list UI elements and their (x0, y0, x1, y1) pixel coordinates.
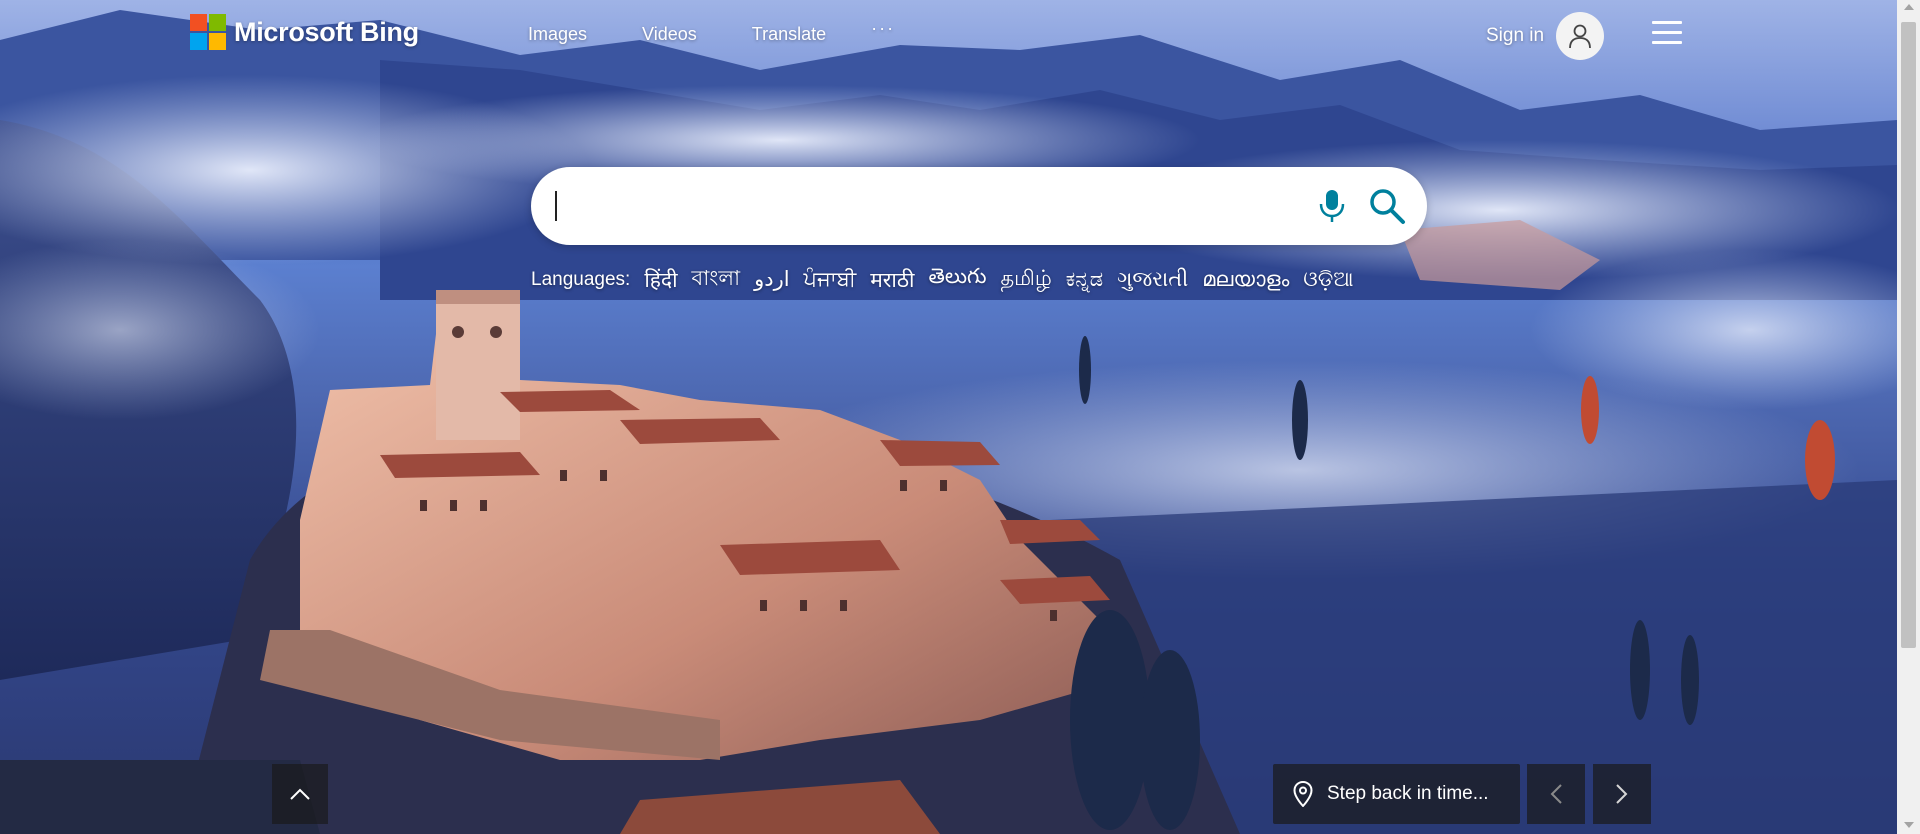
brand-name: Microsoft Bing (234, 16, 419, 47)
more-options-button[interactable]: ··· (871, 18, 895, 39)
chevron-right-glyph (1616, 784, 1628, 804)
search-box (531, 167, 1427, 245)
hamburger-bar-middle (1652, 31, 1682, 34)
sign-in-label: Sign in (1486, 25, 1545, 46)
microphone-icon[interactable] (1311, 185, 1353, 227)
scroll-down-arrow-icon[interactable] (1904, 822, 1914, 828)
user-glyph (1569, 24, 1592, 49)
user-icon[interactable] (1556, 12, 1605, 60)
language-link-tamil[interactable]: தமிழ் (1001, 267, 1052, 293)
page-scrollbar[interactable] (1897, 0, 1920, 834)
scroll-up-arrow-icon[interactable] (1904, 4, 1914, 10)
nav-translate-link[interactable]: Translate (752, 24, 826, 45)
hamburger-icon[interactable] (1652, 21, 1682, 45)
chevron-left-glyph (1550, 784, 1562, 804)
logo-square-green (209, 14, 226, 31)
languages-bar: Languages: हिंदी বাংলা اردو ਪੰਜਾਬੀ मराठी… (531, 262, 1368, 297)
location-pin-glyph (1293, 781, 1313, 807)
logo-square-blue (190, 33, 207, 50)
search-icon[interactable] (1364, 183, 1410, 229)
nav-videos-link[interactable]: Videos (642, 24, 697, 45)
chevron-up-icon[interactable] (272, 764, 328, 824)
language-link-telugu[interactable]: తెలుగు (928, 265, 986, 294)
location-pin-icon (1293, 781, 1313, 807)
top-header: Microsoft Bing Images Videos Translate ·… (0, 0, 1897, 70)
scroll-thumb[interactable] (1901, 22, 1916, 648)
language-link-malayalam[interactable]: മലയാളം (1202, 268, 1289, 292)
language-link-punjabi[interactable]: ਪੰਜਾਬੀ (804, 268, 857, 292)
text-cursor (555, 191, 557, 221)
language-link-kannada[interactable]: ಕನ್ನಡ (1066, 268, 1103, 292)
language-link-bengali[interactable]: বাংলা (692, 262, 741, 297)
chevron-left-icon[interactable] (1527, 764, 1585, 824)
microsoft-logo-icon (190, 14, 226, 50)
search-input[interactable] (555, 181, 1319, 233)
background-image (0, 0, 1897, 834)
microphone-glyph (1319, 190, 1345, 222)
language-link-hindi[interactable]: हिंदी (644, 266, 677, 294)
bing-logo-link[interactable]: Microsoft Bing (190, 14, 419, 50)
languages-label: Languages: (531, 268, 631, 290)
hamburger-bar-top (1652, 21, 1682, 24)
language-link-urdu[interactable]: اردو (754, 267, 789, 292)
sign-in-button[interactable]: Sign in (1486, 12, 1605, 60)
logo-square-red (190, 14, 207, 31)
language-link-marathi[interactable]: मराठी (870, 266, 914, 294)
image-info-button[interactable]: Step back in time... (1273, 764, 1520, 824)
chevron-right-icon[interactable] (1593, 764, 1651, 824)
hamburger-bar-bottom (1652, 41, 1682, 44)
hilltop-village-landscape (0, 0, 1897, 834)
image-caption-text: Step back in time... (1327, 783, 1489, 804)
top-nav: Images Videos Translate ··· (528, 18, 895, 45)
logo-square-yellow (209, 33, 226, 50)
nav-images-link[interactable]: Images (528, 24, 587, 45)
magnifier-glyph (1370, 189, 1405, 224)
language-link-gujarati[interactable]: ગુજરાતી (1117, 268, 1188, 292)
chevron-up-glyph (290, 788, 310, 800)
language-link-odia[interactable]: ଓଡ଼ିଆ (1303, 268, 1353, 292)
